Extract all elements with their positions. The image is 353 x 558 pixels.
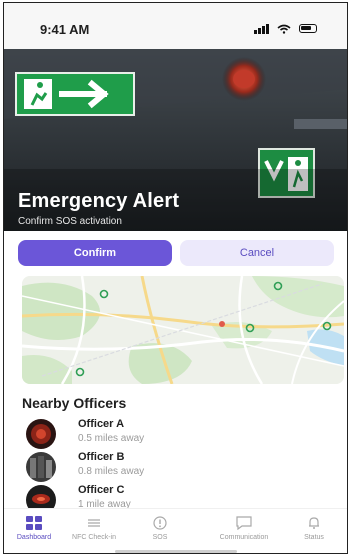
nfc-icon [66,515,122,531]
nav-label: NFC Check-in [72,534,116,541]
alert-subtitle: Confirm SOS activation [18,216,122,227]
nav-status[interactable]: Status [286,515,342,542]
signal-icon [254,23,269,34]
officer-list-item[interactable]: Officer B 0.8 miles away [22,450,322,484]
alert-title: Emergency Alert [18,190,180,212]
officer-distance: 0.8 miles away [78,466,145,477]
sos-icon [132,515,188,531]
officer-avatar [26,452,56,482]
officer-name: Officer A [78,418,125,430]
nav-label: Status [304,534,324,541]
bell-icon [286,515,342,531]
cancel-button[interactable]: Cancel [180,240,334,266]
map-graphic [22,276,344,384]
nav-label: Communication [219,534,269,541]
bottom-nav: Dashboard NFC Check-in SOS Communication… [4,508,347,553]
nav-dashboard[interactable]: Dashboard [4,515,64,542]
officer-avatar [26,419,56,449]
status-icons [254,23,317,34]
dashboard-icon [4,515,64,531]
chat-icon [208,515,280,531]
home-indicator [115,550,237,553]
wifi-icon [277,24,291,34]
officer-list-item[interactable]: Officer A 0.5 miles away [22,417,322,451]
officers-map[interactable] [22,276,344,384]
nearby-officers-title: Nearby Officers [22,395,127,411]
battery-icon [299,24,317,33]
nav-nfc-check-in[interactable]: NFC Check-in [66,515,122,542]
nav-label: SOS [152,534,168,541]
nav-label: Dashboard [16,534,52,541]
officer-name: Officer C [78,484,125,496]
confirm-button[interactable]: Confirm [18,240,172,266]
officer-distance: 0.5 miles away [78,433,145,444]
officer-name: Officer B [78,451,125,463]
hero-banner: Emergency Alert Confirm SOS activation [4,49,347,231]
status-bar: 9:41 AM [4,3,347,49]
status-time: 9:41 AM [40,22,90,37]
app-frame: 9:41 AM Emergency Alert Confirm SOS acti… [3,2,348,554]
nav-sos[interactable]: SOS [132,515,188,542]
action-buttons: Confirm Cancel [18,240,334,266]
nav-communication[interactable]: Communication [208,515,280,542]
